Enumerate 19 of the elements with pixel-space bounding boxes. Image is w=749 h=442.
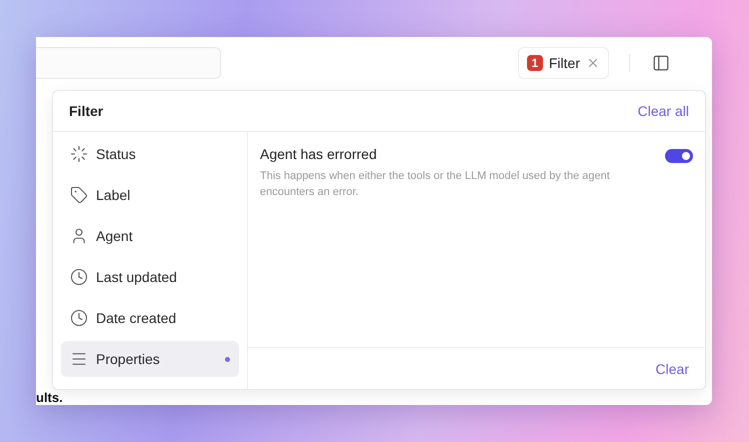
- clock-icon: [70, 268, 88, 286]
- clear-link[interactable]: Clear: [656, 360, 689, 376]
- popover-title: Filter: [69, 103, 104, 119]
- user-icon: [70, 227, 88, 245]
- close-icon[interactable]: [586, 56, 600, 70]
- option-title: Agent has errorred: [260, 146, 378, 162]
- option-description: This happens when either the tools or the LLM model used by the agent encounters an error.: [260, 169, 611, 200]
- filter-category[interactable]: Properties: [61, 341, 239, 377]
- tag-icon: [70, 186, 88, 204]
- clock-icon: [70, 309, 88, 327]
- menu-icon: [70, 350, 88, 368]
- toggle-switch[interactable]: [665, 149, 693, 163]
- filter-chip[interactable]: 1 Filter: [518, 47, 609, 79]
- loader-icon: [70, 145, 88, 163]
- clear-all-link[interactable]: Clear all: [638, 103, 689, 119]
- filter-label: Filter: [548, 55, 580, 71]
- filter-count: 1: [526, 55, 543, 71]
- search-field[interactable]: [36, 47, 221, 79]
- results-text: ults.: [36, 391, 63, 404]
